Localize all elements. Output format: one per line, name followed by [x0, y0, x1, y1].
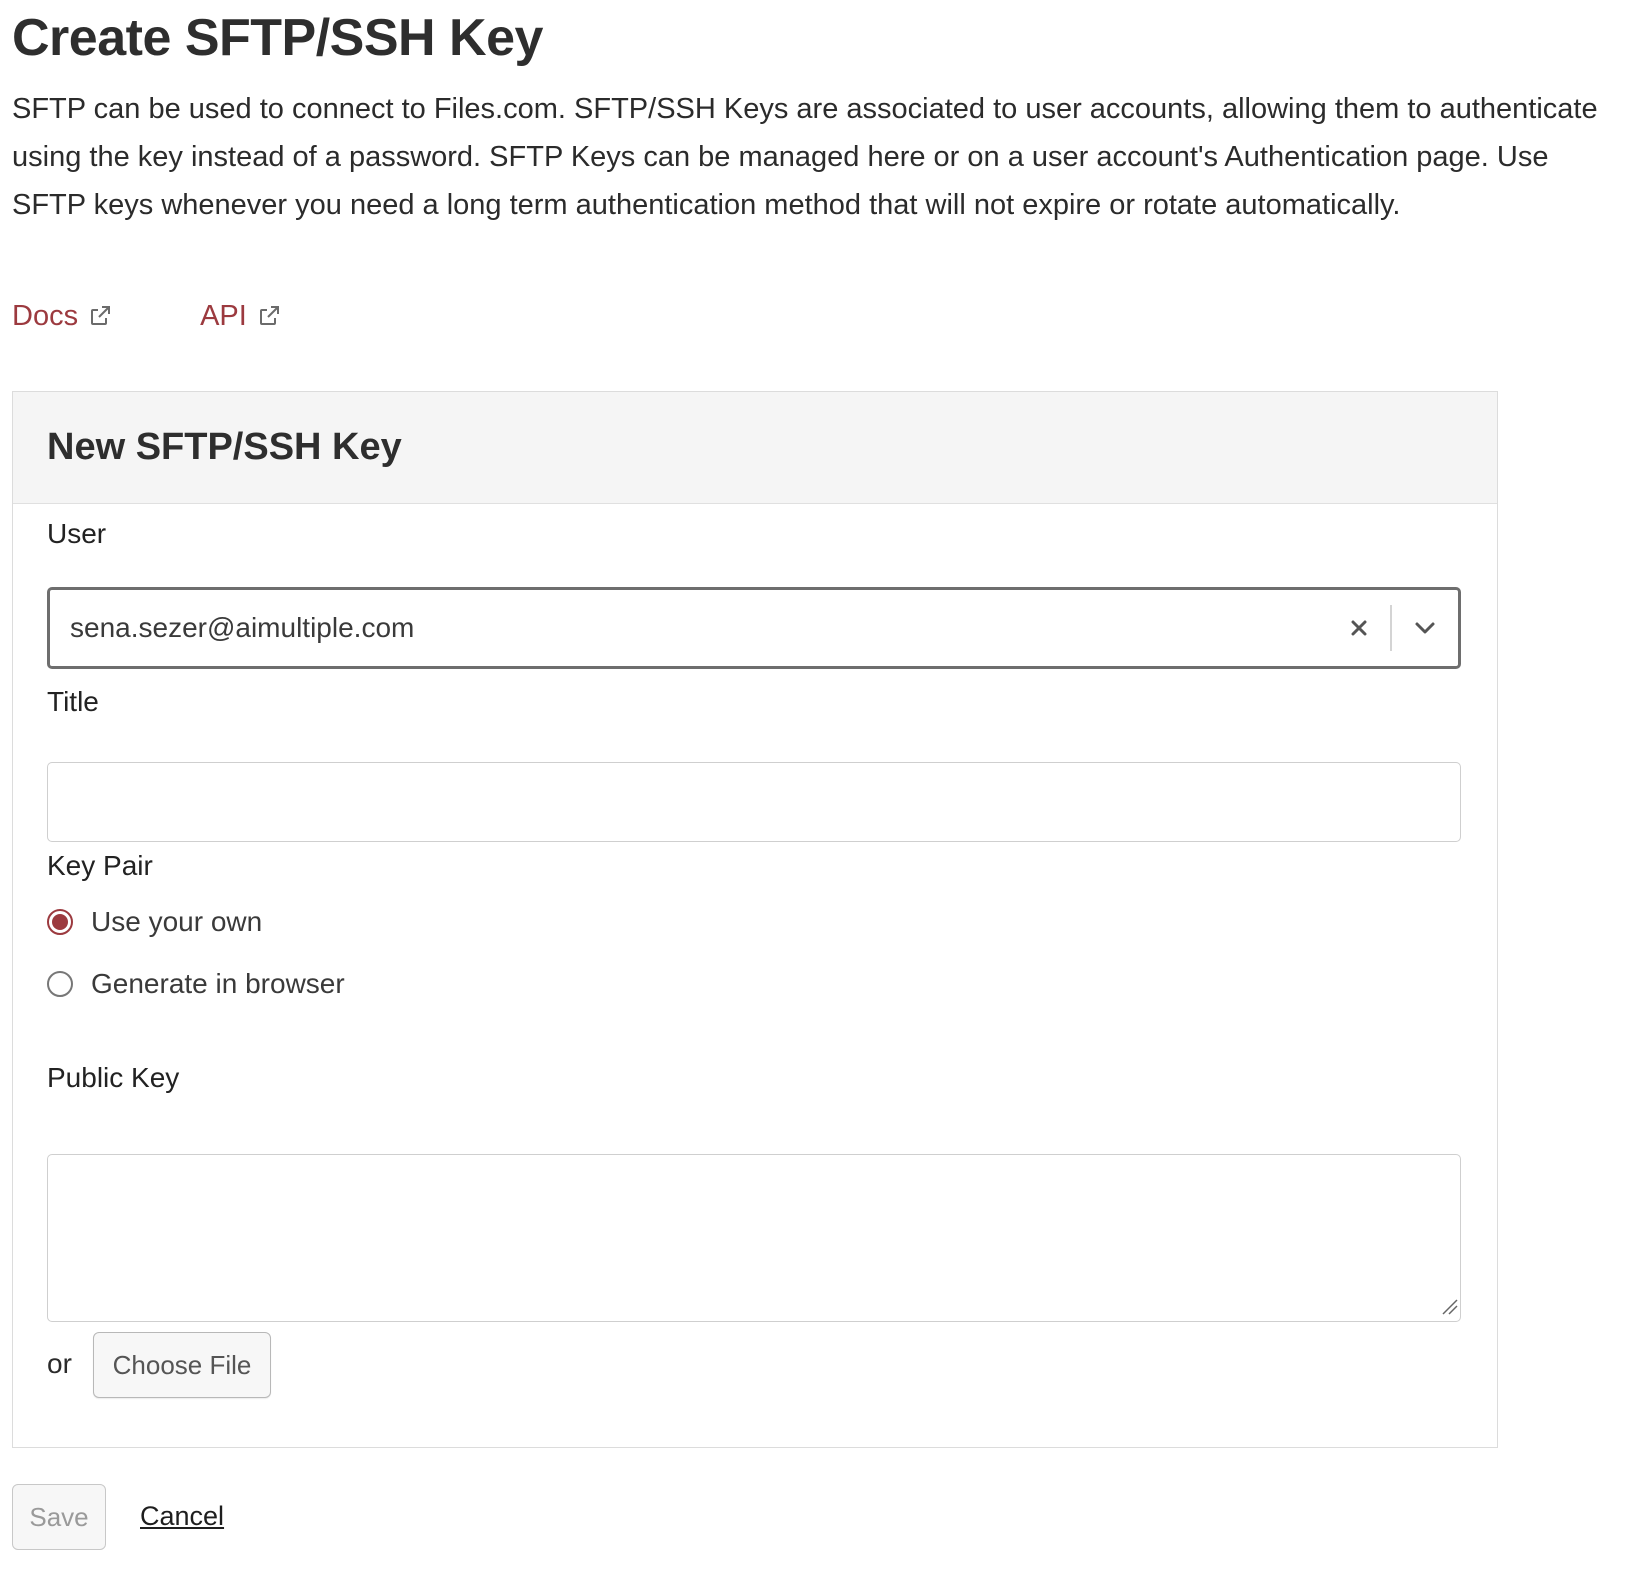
external-link-icon	[259, 306, 279, 325]
page-description: SFTP can be used to connect to Files.com…	[12, 93, 1598, 221]
cancel-link[interactable]: Cancel	[140, 1498, 224, 1534]
save-button[interactable]: Save	[12, 1484, 106, 1550]
user-select[interactable]: sena.sezer@aimultiple.com	[47, 587, 1461, 669]
choose-file-button[interactable]: Choose File	[93, 1332, 271, 1398]
resize-handle-icon[interactable]	[1441, 1298, 1459, 1316]
key-pair-label: Key Pair	[47, 850, 153, 881]
card-title: New SFTP/SSH Key	[47, 426, 402, 468]
chevron-down-icon	[1415, 622, 1435, 634]
api-link-label: API	[200, 299, 247, 332]
public-key-textarea[interactable]	[47, 1154, 1461, 1322]
api-link[interactable]: API	[200, 300, 281, 333]
docs-link-label: Docs	[12, 299, 79, 332]
user-label: User	[47, 518, 107, 549]
radio-use-your-own[interactable]: Use your own	[47, 906, 262, 938]
doc-links: Docs API	[12, 294, 281, 338]
card-header: New SFTP/SSH Key	[13, 392, 1497, 504]
radio-button-checked[interactable]	[47, 909, 73, 935]
sftp-key-form-card: New SFTP/SSH Key User sena.sezer@aimulti…	[12, 391, 1498, 1448]
dropdown-toggle-button[interactable]	[1392, 590, 1458, 666]
radio-label: Generate in browser	[91, 968, 345, 999]
clear-selection-button[interactable]	[1328, 590, 1390, 666]
or-text: or	[47, 1348, 72, 1379]
radio-label: Use your own	[91, 906, 263, 937]
close-icon	[1351, 620, 1367, 636]
page-title: Create SFTP/SSH Key	[12, 9, 543, 67]
radio-button-unchecked[interactable]	[47, 971, 73, 997]
public-key-label: Public Key	[47, 1062, 180, 1093]
docs-link[interactable]: Docs	[12, 300, 112, 333]
external-link-icon	[91, 306, 111, 325]
title-label: Title	[47, 686, 99, 717]
radio-generate-in-browser[interactable]: Generate in browser	[47, 968, 345, 1000]
title-input[interactable]	[47, 762, 1461, 842]
user-select-value: sena.sezer@aimultiple.com	[70, 612, 415, 643]
